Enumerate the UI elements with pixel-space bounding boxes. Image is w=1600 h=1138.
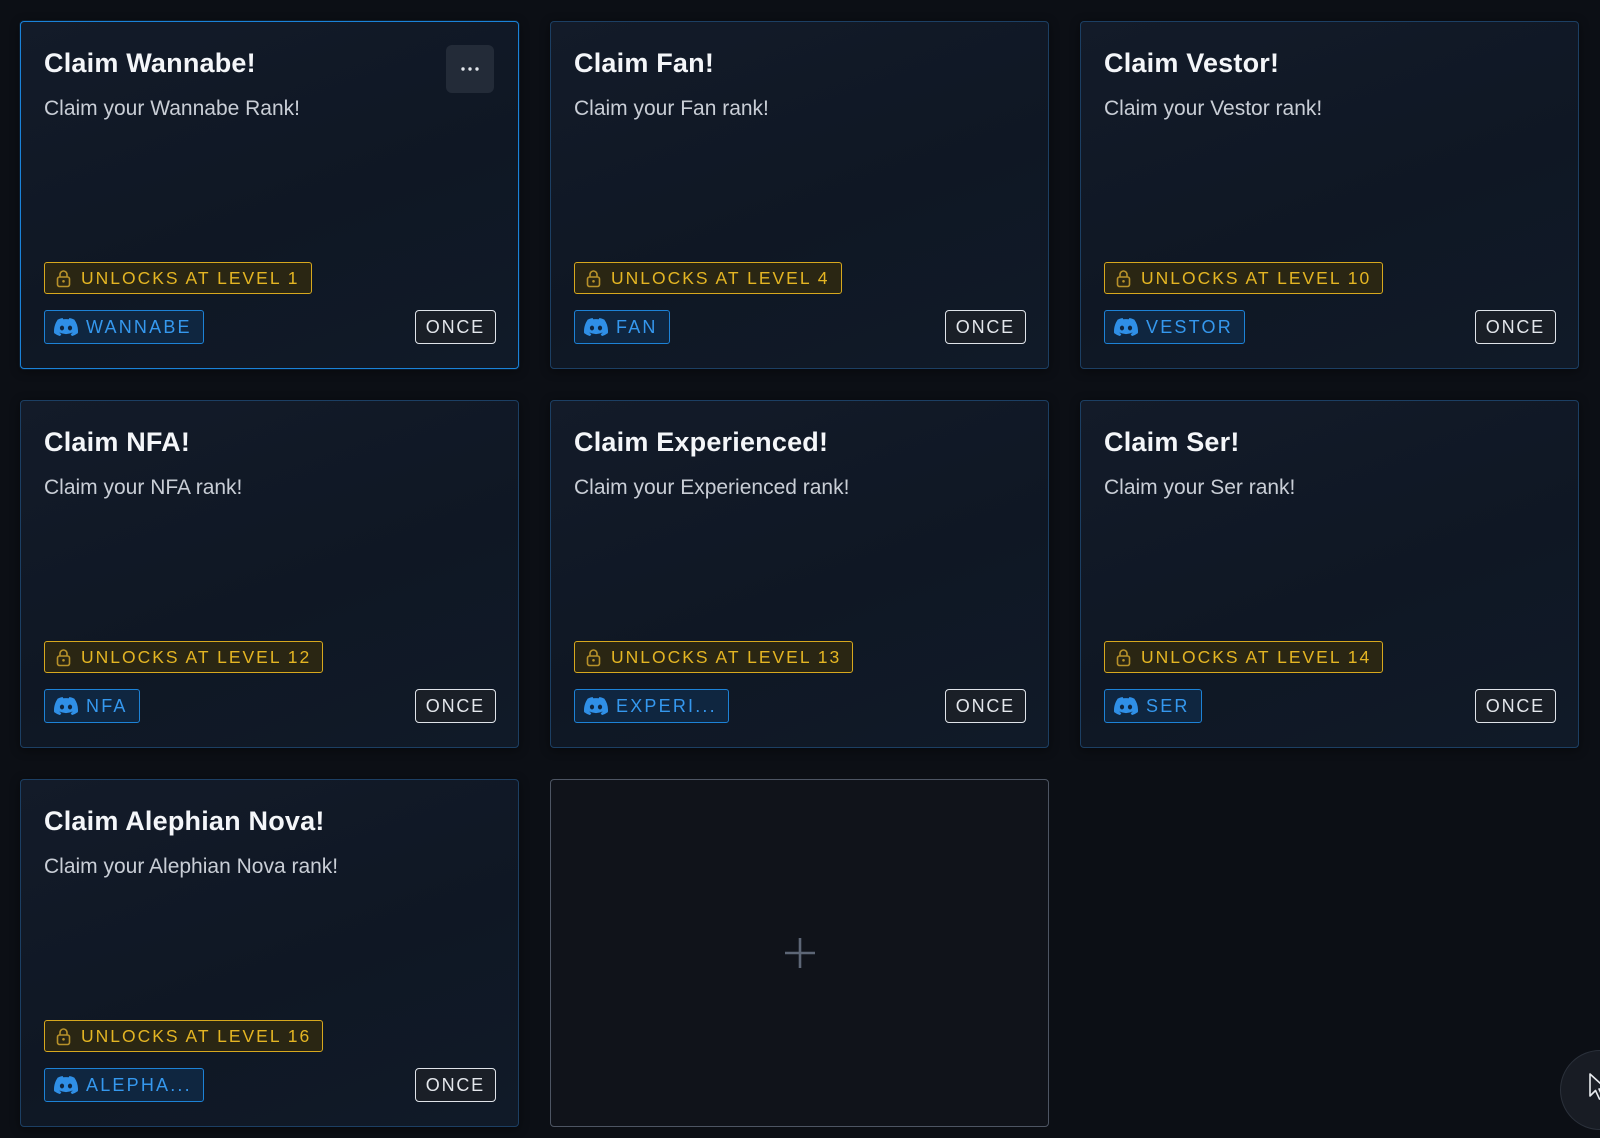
discord-icon <box>54 1076 78 1094</box>
unlock-level-text: UNLOCKS AT LEVEL 14 <box>1141 646 1372 667</box>
card-title: Claim Vestor! <box>1104 48 1280 78</box>
cursor-icon <box>1589 1073 1600 1100</box>
card-description: Claim your Vestor rank! <box>1104 97 1323 120</box>
empty-grid-cell <box>1080 779 1579 1127</box>
lock-icon <box>586 269 601 287</box>
card-description: Claim your Experienced rank! <box>574 476 850 499</box>
role-name: NFA <box>86 695 128 716</box>
quest-card-ser[interactable]: Claim Ser! Claim your Ser rank! UNLOCKS … <box>1080 400 1579 748</box>
unlock-level-badge: UNLOCKS AT LEVEL 14 <box>1104 641 1384 673</box>
unlock-level-text: UNLOCKS AT LEVEL 12 <box>81 646 312 667</box>
unlock-level-text: UNLOCKS AT LEVEL 16 <box>81 1025 312 1046</box>
more-horizontal-icon <box>461 67 479 71</box>
card-description: Claim your NFA rank! <box>44 476 243 499</box>
role-badge[interactable]: FAN <box>574 310 670 344</box>
role-badge[interactable]: WANNABE <box>44 310 204 344</box>
card-title: Claim Experienced! <box>574 427 829 457</box>
quest-card-wannabe[interactable]: Claim Wannabe! Claim your Wannabe Rank! … <box>20 21 519 369</box>
card-title: Claim Fan! <box>574 48 715 78</box>
quest-card-vestor[interactable]: Claim Vestor! Claim your Vestor rank! UN… <box>1080 21 1579 369</box>
lock-icon <box>1116 269 1131 287</box>
quest-card-fan[interactable]: Claim Fan! Claim your Fan rank! UNLOCKS … <box>550 21 1049 369</box>
unlock-level-text: UNLOCKS AT LEVEL 10 <box>1141 267 1372 288</box>
unlock-level-badge: UNLOCKS AT LEVEL 10 <box>1104 262 1384 294</box>
lock-icon <box>56 1027 71 1045</box>
role-name: ALEPHA... <box>86 1074 192 1095</box>
quest-card-experienced[interactable]: Claim Experienced! Claim your Experience… <box>550 400 1049 748</box>
unlock-level-text: UNLOCKS AT LEVEL 4 <box>611 267 830 288</box>
frequency-badge: ONCE <box>414 689 496 723</box>
role-badge[interactable]: EXPERI... <box>574 689 729 723</box>
role-name: VESTOR <box>1146 316 1233 337</box>
card-description: Claim your Wannabe Rank! <box>44 97 300 120</box>
card-description: Claim your Ser rank! <box>1104 476 1296 499</box>
role-badge[interactable]: SER <box>1104 689 1202 723</box>
unlock-level-text: UNLOCKS AT LEVEL 13 <box>611 646 842 667</box>
more-options-button[interactable] <box>446 45 494 93</box>
frequency-badge: ONCE <box>414 310 496 344</box>
card-description: Claim your Fan rank! <box>574 97 769 120</box>
discord-icon <box>1114 697 1138 715</box>
card-title: Claim Wannabe! <box>44 48 256 78</box>
unlock-level-badge: UNLOCKS AT LEVEL 13 <box>574 641 854 673</box>
card-title: Claim Alephian Nova! <box>44 806 325 836</box>
lock-icon <box>586 648 601 666</box>
plus-icon <box>784 938 815 968</box>
role-badge[interactable]: NFA <box>44 689 140 723</box>
frequency-badge: ONCE <box>944 689 1026 723</box>
unlock-level-text: UNLOCKS AT LEVEL 1 <box>81 267 300 288</box>
role-name: SER <box>1146 695 1190 716</box>
quest-grid: Claim Wannabe! Claim your Wannabe Rank! … <box>20 21 1579 1127</box>
card-description: Claim your Alephian Nova rank! <box>44 855 339 878</box>
unlock-level-badge: UNLOCKS AT LEVEL 16 <box>44 1020 324 1052</box>
unlock-level-badge: UNLOCKS AT LEVEL 1 <box>44 262 312 294</box>
unlock-level-badge: UNLOCKS AT LEVEL 12 <box>44 641 324 673</box>
discord-icon <box>1114 318 1138 336</box>
lock-icon <box>56 269 71 287</box>
role-name: FAN <box>616 316 658 337</box>
discord-icon <box>584 697 608 715</box>
frequency-badge: ONCE <box>414 1068 496 1102</box>
quest-card-nfa[interactable]: Claim NFA! Claim your NFA rank! UNLOCKS … <box>20 400 519 748</box>
discord-icon <box>584 318 608 336</box>
role-badge[interactable]: VESTOR <box>1104 310 1245 344</box>
card-title: Claim NFA! <box>44 427 191 457</box>
frequency-badge: ONCE <box>944 310 1026 344</box>
role-name: EXPERI... <box>616 695 717 716</box>
lock-icon <box>56 648 71 666</box>
discord-icon <box>54 318 78 336</box>
frequency-badge: ONCE <box>1474 689 1556 723</box>
role-badge[interactable]: ALEPHA... <box>44 1068 204 1102</box>
unlock-level-badge: UNLOCKS AT LEVEL 4 <box>574 262 842 294</box>
card-title: Claim Ser! <box>1104 427 1240 457</box>
role-name: WANNABE <box>86 316 192 337</box>
frequency-badge: ONCE <box>1474 310 1556 344</box>
quest-card-alephian-nova[interactable]: Claim Alephian Nova! Claim your Alephian… <box>20 779 519 1127</box>
discord-icon <box>54 697 78 715</box>
lock-icon <box>1116 648 1131 666</box>
add-quest-card[interactable] <box>550 779 1049 1127</box>
